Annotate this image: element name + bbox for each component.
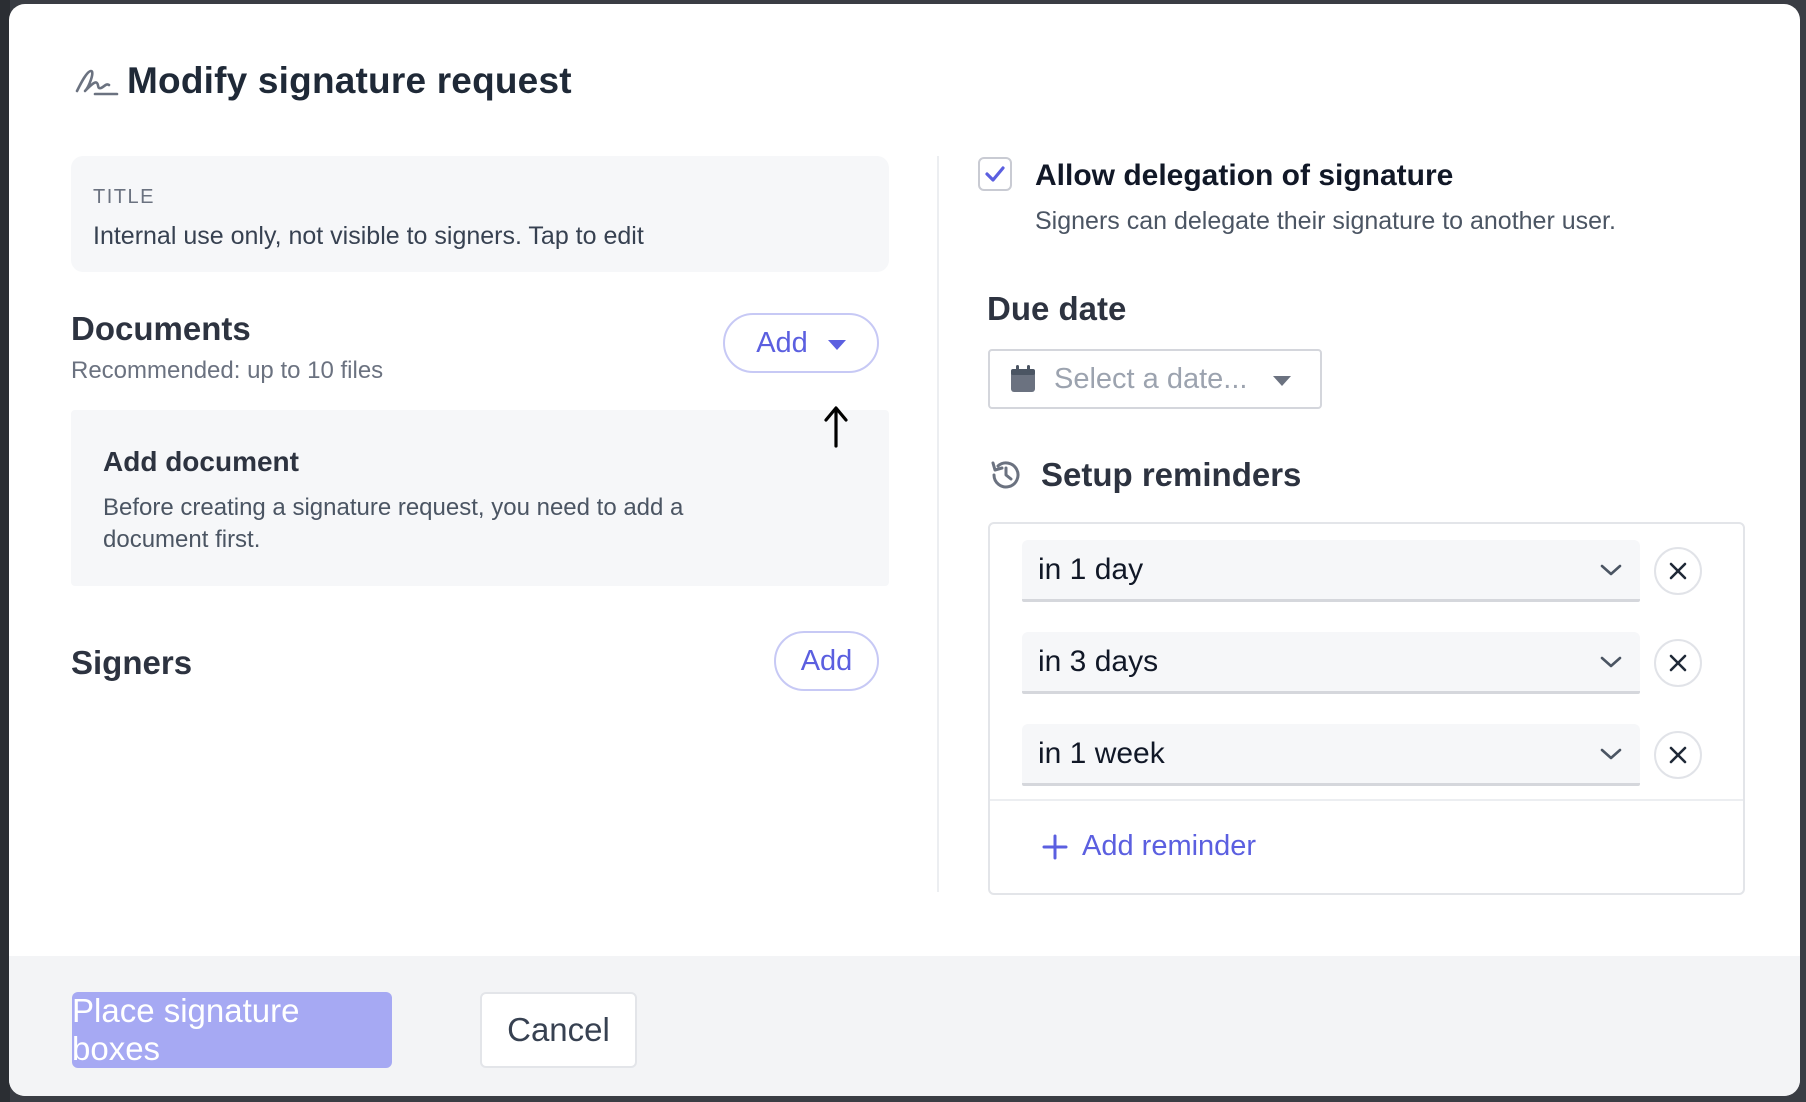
empty-documents-text: Before creating a signature request, you… xyxy=(103,494,684,553)
reminder-row: in 1 week xyxy=(1022,724,1716,786)
cancel-button-label: Cancel xyxy=(507,1011,610,1048)
chevron-down-icon xyxy=(1600,564,1622,575)
due-date-placeholder: Select a date... xyxy=(1054,362,1248,395)
reminder-select[interactable]: in 1 week xyxy=(1022,724,1640,786)
remove-reminder-button[interactable] xyxy=(1654,639,1702,687)
reminder-row: in 1 day xyxy=(1022,540,1716,602)
mouse-cursor-icon xyxy=(824,406,848,448)
dialog-header: Modify signature request xyxy=(71,60,572,102)
empty-documents-panel: Add document Before creating a signature… xyxy=(71,410,889,586)
dialog-title: Modify signature request xyxy=(127,60,572,101)
reminder-select[interactable]: in 3 days xyxy=(1022,632,1640,694)
reminder-select[interactable]: in 1 day xyxy=(1022,540,1640,602)
close-icon xyxy=(1669,562,1687,580)
reminder-value: in 1 week xyxy=(1038,736,1165,770)
caret-down-icon xyxy=(1273,375,1292,386)
title-field-label: TITLE xyxy=(93,186,155,208)
signature-icon xyxy=(75,69,119,96)
due-date-select[interactable]: Select a date... xyxy=(988,349,1322,409)
dialog-footer: Place signature boxes Cancel xyxy=(9,956,1800,1096)
add-document-button[interactable]: Add xyxy=(723,313,879,373)
delegation-label: Allow delegation of signature xyxy=(1035,159,1454,192)
add-signer-button[interactable]: Add xyxy=(774,631,879,691)
add-reminder-button[interactable]: Add reminder xyxy=(1042,830,1256,863)
reminders-heading: Setup reminders xyxy=(1041,456,1302,493)
column-divider xyxy=(937,156,939,892)
add-document-button-label: Add xyxy=(756,326,808,359)
delegation-checkbox[interactable] xyxy=(978,157,1012,191)
place-signature-boxes-button[interactable]: Place signature boxes xyxy=(72,992,392,1068)
remove-reminder-button[interactable] xyxy=(1654,547,1702,595)
reminder-value: in 1 day xyxy=(1038,552,1144,586)
documents-subtitle: Recommended: up to 10 files xyxy=(71,357,384,384)
checkmark-icon xyxy=(985,166,1005,182)
calendar-icon xyxy=(1011,365,1035,392)
add-reminder-label: Add reminder xyxy=(1082,830,1257,862)
delegation-description: Signers can delegate their signature to … xyxy=(1035,207,1616,235)
cancel-button[interactable]: Cancel xyxy=(480,992,637,1068)
chevron-down-icon xyxy=(1600,748,1622,759)
close-icon xyxy=(1669,746,1687,764)
add-signer-button-label: Add xyxy=(800,644,853,677)
reminders-divider xyxy=(990,799,1743,801)
close-icon xyxy=(1669,654,1687,672)
remove-reminder-button[interactable] xyxy=(1654,731,1702,779)
place-signature-boxes-label: Place signature boxes xyxy=(72,992,300,1067)
title-field-placeholder: Internal use only, not visible to signer… xyxy=(93,222,644,250)
signature-request-dialog: Modify signature request TITLE Internal … xyxy=(9,4,1800,1096)
history-icon xyxy=(991,461,1020,489)
due-date-heading: Due date xyxy=(987,290,1127,327)
reminders-panel: in 1 day in 3 days in 1 week Add reminde… xyxy=(988,522,1745,895)
reminders-header: Setup reminders xyxy=(987,456,1301,494)
signers-heading: Signers xyxy=(71,644,193,681)
reminder-value: in 3 days xyxy=(1038,644,1159,678)
plus-icon xyxy=(1042,834,1068,859)
reminder-row: in 3 days xyxy=(1022,632,1716,694)
caret-down-icon xyxy=(827,340,846,350)
empty-documents-title: Add document xyxy=(103,446,299,477)
chevron-down-icon xyxy=(1600,656,1622,667)
documents-heading: Documents xyxy=(71,310,251,347)
title-field[interactable]: TITLE Internal use only, not visible to … xyxy=(71,156,889,272)
